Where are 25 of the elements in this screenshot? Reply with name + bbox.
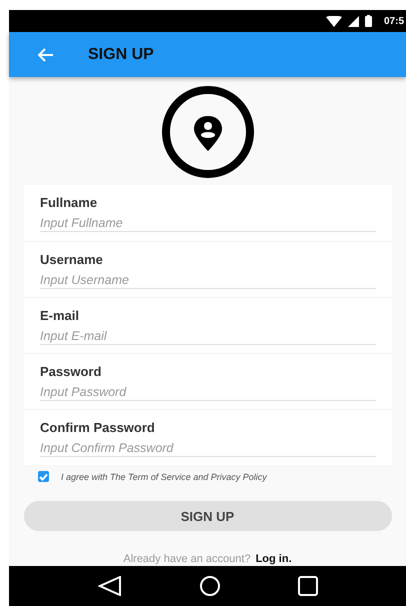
wifi-icon (326, 16, 342, 26)
input-field[interactable]: Input Password (40, 381, 376, 401)
input-field[interactable]: Input E-mail (40, 325, 376, 345)
log-in-link[interactable]: Log in. (256, 553, 292, 565)
recents-square-icon[interactable] (298, 576, 318, 596)
sign-up-button[interactable]: SIGN UP (24, 501, 392, 531)
status-time: 07:5 (384, 16, 404, 26)
agreement-text: I agree with The Term of Service and Privacy Policy (61, 472, 267, 482)
field-label: E-mail (40, 308, 80, 323)
field-label: Username (40, 252, 104, 267)
battery-icon (364, 15, 372, 27)
input-field[interactable]: Input Username (40, 269, 376, 289)
field-label: Password (40, 364, 102, 379)
agree-checkbox[interactable] (38, 471, 49, 482)
signal-icon (348, 16, 359, 26)
back-arrow-icon[interactable] (38, 48, 54, 62)
field-label: Fullname (40, 195, 98, 210)
back-triangle-icon[interactable] (98, 576, 122, 596)
input-field[interactable]: Input Confirm Password (40, 437, 376, 457)
app-bar-title: SIGN UP (88, 46, 154, 64)
account-prompt: Already have an account? (123, 553, 251, 565)
input-field[interactable]: Input Fullname (40, 212, 376, 232)
field-label: Confirm Password (40, 420, 156, 435)
home-circle-icon[interactable] (198, 575, 220, 597)
location-pin-person-icon (160, 85, 254, 179)
